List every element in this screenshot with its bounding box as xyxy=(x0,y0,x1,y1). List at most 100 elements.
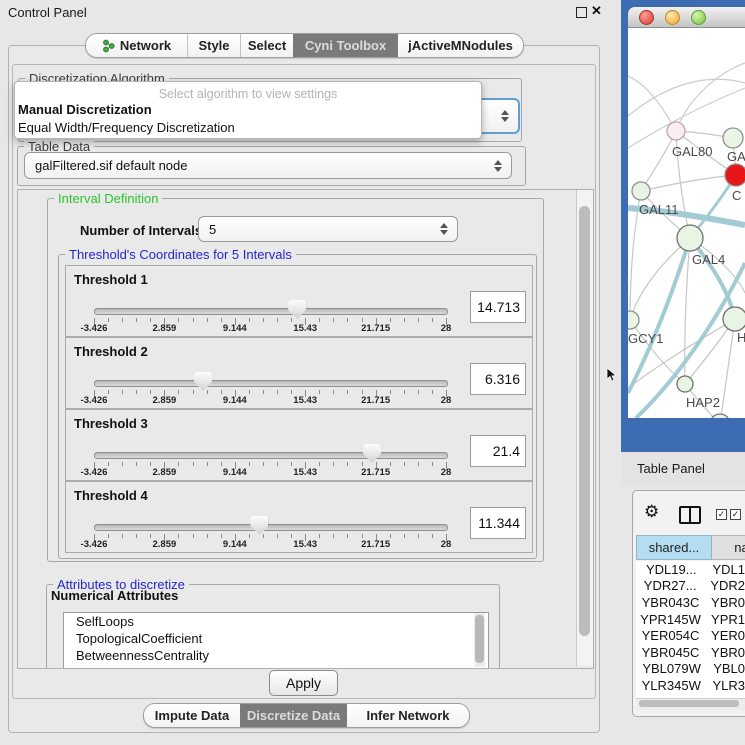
network-node[interactable] xyxy=(723,128,743,148)
attribute-item[interactable]: BetweennessCentrality xyxy=(64,647,488,664)
network-node[interactable] xyxy=(677,376,693,392)
cell-name: YLR3 xyxy=(706,678,745,693)
slider-track[interactable] xyxy=(94,308,448,315)
tab-style[interactable]: Style xyxy=(187,34,240,57)
float-window-icon[interactable] xyxy=(576,7,587,18)
slider-tick xyxy=(207,534,208,538)
vertical-scrollbar-thumb[interactable] xyxy=(579,206,590,636)
close-traffic-light-icon[interactable] xyxy=(639,10,654,25)
checkbox-icon[interactable]: ✓ xyxy=(716,509,727,520)
algorithm-option[interactable]: Manual Discretization xyxy=(15,101,481,119)
slider-thumb[interactable] xyxy=(250,516,268,535)
slider-tick xyxy=(193,534,194,538)
network-node[interactable] xyxy=(677,225,703,251)
network-node[interactable] xyxy=(723,307,745,331)
threshold-value-field[interactable]: 6.316 xyxy=(470,363,526,395)
slider-tick xyxy=(136,534,137,538)
threshold-value-field[interactable]: 11.344 xyxy=(470,507,526,539)
network-node[interactable] xyxy=(632,182,650,200)
close-icon[interactable]: ✕ xyxy=(591,3,602,19)
network-node-label: GA xyxy=(727,149,745,164)
tab-discretize-data[interactable]: Discretize Data xyxy=(240,704,347,727)
thresholds-title: Threshold's Coordinates for 5 Intervals xyxy=(65,247,296,262)
threshold-value-field[interactable]: 21.4 xyxy=(470,435,526,467)
slider-track[interactable] xyxy=(94,524,448,531)
table-row[interactable]: YLR345WYLR3 xyxy=(636,677,745,694)
slider-track[interactable] xyxy=(94,452,448,459)
slider-tick xyxy=(347,534,348,538)
tab-network[interactable]: Network xyxy=(86,34,187,57)
table-row[interactable]: YDL19...YDL1 xyxy=(636,561,745,578)
slider-tick xyxy=(221,462,222,466)
tab-select[interactable]: Select xyxy=(240,34,293,57)
slider-tick xyxy=(418,318,419,322)
combo-arrows-icon xyxy=(491,160,505,172)
cell-name: YDR2 xyxy=(704,578,745,593)
attributes-scrollbar-thumb[interactable] xyxy=(475,615,484,663)
slider-scale-label: 9.144 xyxy=(223,395,247,406)
table-row[interactable]: YER054CYER0 xyxy=(636,627,745,644)
table-row[interactable]: YBL079WYBL0 xyxy=(636,661,745,678)
minimize-traffic-light-icon[interactable] xyxy=(665,10,680,25)
slider-thumb[interactable] xyxy=(288,300,306,319)
cell-shared-name: YBR043C xyxy=(636,595,705,610)
threshold-value-field[interactable]: 14.713 xyxy=(470,291,526,323)
column-header-name[interactable]: na xyxy=(712,535,745,560)
network-node[interactable] xyxy=(725,164,745,186)
network-node[interactable] xyxy=(628,311,639,329)
mouse-cursor xyxy=(606,367,618,383)
slider-thumb[interactable] xyxy=(363,444,381,463)
zoom-traffic-light-icon[interactable] xyxy=(691,10,706,25)
column-header-shared-name[interactable]: shared... xyxy=(636,535,712,560)
network-node[interactable] xyxy=(667,122,685,140)
slider-track[interactable] xyxy=(94,380,448,387)
cell-shared-name: YPR145W xyxy=(636,612,705,627)
checkbox-icon[interactable]: ✓ xyxy=(730,509,741,520)
network-icon xyxy=(102,39,115,53)
slider-thumb[interactable] xyxy=(194,372,212,391)
cell-name: YBR0 xyxy=(705,595,745,610)
vertical-scrollbar[interactable] xyxy=(576,190,593,666)
table-data-value: galFiltered.sif default node xyxy=(25,158,491,173)
network-node-label: C xyxy=(732,188,741,203)
slider-tick xyxy=(319,318,320,322)
app-root: Control Panel ✕ NetworkStyleSelectCyni T… xyxy=(0,0,745,745)
network-node-label: GAL80 xyxy=(672,144,712,159)
slider-tick xyxy=(263,462,264,466)
table-data-combobox[interactable]: galFiltered.sif default node xyxy=(24,152,512,179)
slider-tick xyxy=(432,534,433,538)
threshold-box: Threshold 3-3.4262.8599.14415.4321.71528… xyxy=(65,409,533,481)
table-row[interactable]: YBR043CYBR0 xyxy=(636,594,745,611)
slider-scale-label: 21.715 xyxy=(361,467,390,478)
algorithm-option[interactable]: Equal Width/Frequency Discretization xyxy=(15,119,481,137)
network-node-label: GAL4 xyxy=(692,252,725,267)
table-row[interactable]: YDR27...YDR2 xyxy=(636,578,745,595)
slider-tick xyxy=(362,534,363,538)
dropdown-placeholder: Select algorithm to view settings xyxy=(15,82,481,101)
slider-tick xyxy=(418,390,419,394)
attributes-list[interactable]: SelfLoopsTopologicalCoefficientBetweenne… xyxy=(63,612,489,669)
slider-scale-label: 15.43 xyxy=(293,467,317,478)
slider-scale-label: 21.715 xyxy=(361,323,390,334)
table-row[interactable]: YPR145WYPR1 xyxy=(636,611,745,628)
gear-icon[interactable]: ⚙ xyxy=(644,502,659,522)
horizontal-scrollbar-thumb[interactable] xyxy=(639,700,739,707)
tab-impute-data[interactable]: Impute Data xyxy=(144,704,240,727)
number-of-intervals-spinner[interactable]: 5 xyxy=(198,216,458,242)
apply-button[interactable]: Apply xyxy=(269,670,338,696)
network-node[interactable] xyxy=(710,414,730,418)
slider-tick xyxy=(404,318,405,322)
attribute-item[interactable]: TopologicalCoefficient xyxy=(64,630,488,647)
tab-label: Style xyxy=(198,38,229,53)
column-browser-icon[interactable] xyxy=(679,506,701,524)
tab-infer-network[interactable]: Infer Network xyxy=(347,704,469,727)
table-row[interactable]: YBR045CYBR0 xyxy=(636,644,745,661)
slider-tick xyxy=(347,390,348,394)
slider-tick xyxy=(319,534,320,538)
tab-jactivemnodules[interactable]: jActiveMNodules xyxy=(398,34,523,57)
tab-cyni-toolbox[interactable]: Cyni Toolbox xyxy=(293,34,398,57)
attribute-item[interactable]: SelfLoops xyxy=(64,613,488,630)
network-canvas[interactable]: GAL80GACGAL11GAL4GCY1HHAP2 xyxy=(628,28,745,418)
top-tab-bar: Network Style SelectCyni ToolboxjActiveMNo… xyxy=(85,33,524,58)
slider-tick xyxy=(263,534,264,538)
